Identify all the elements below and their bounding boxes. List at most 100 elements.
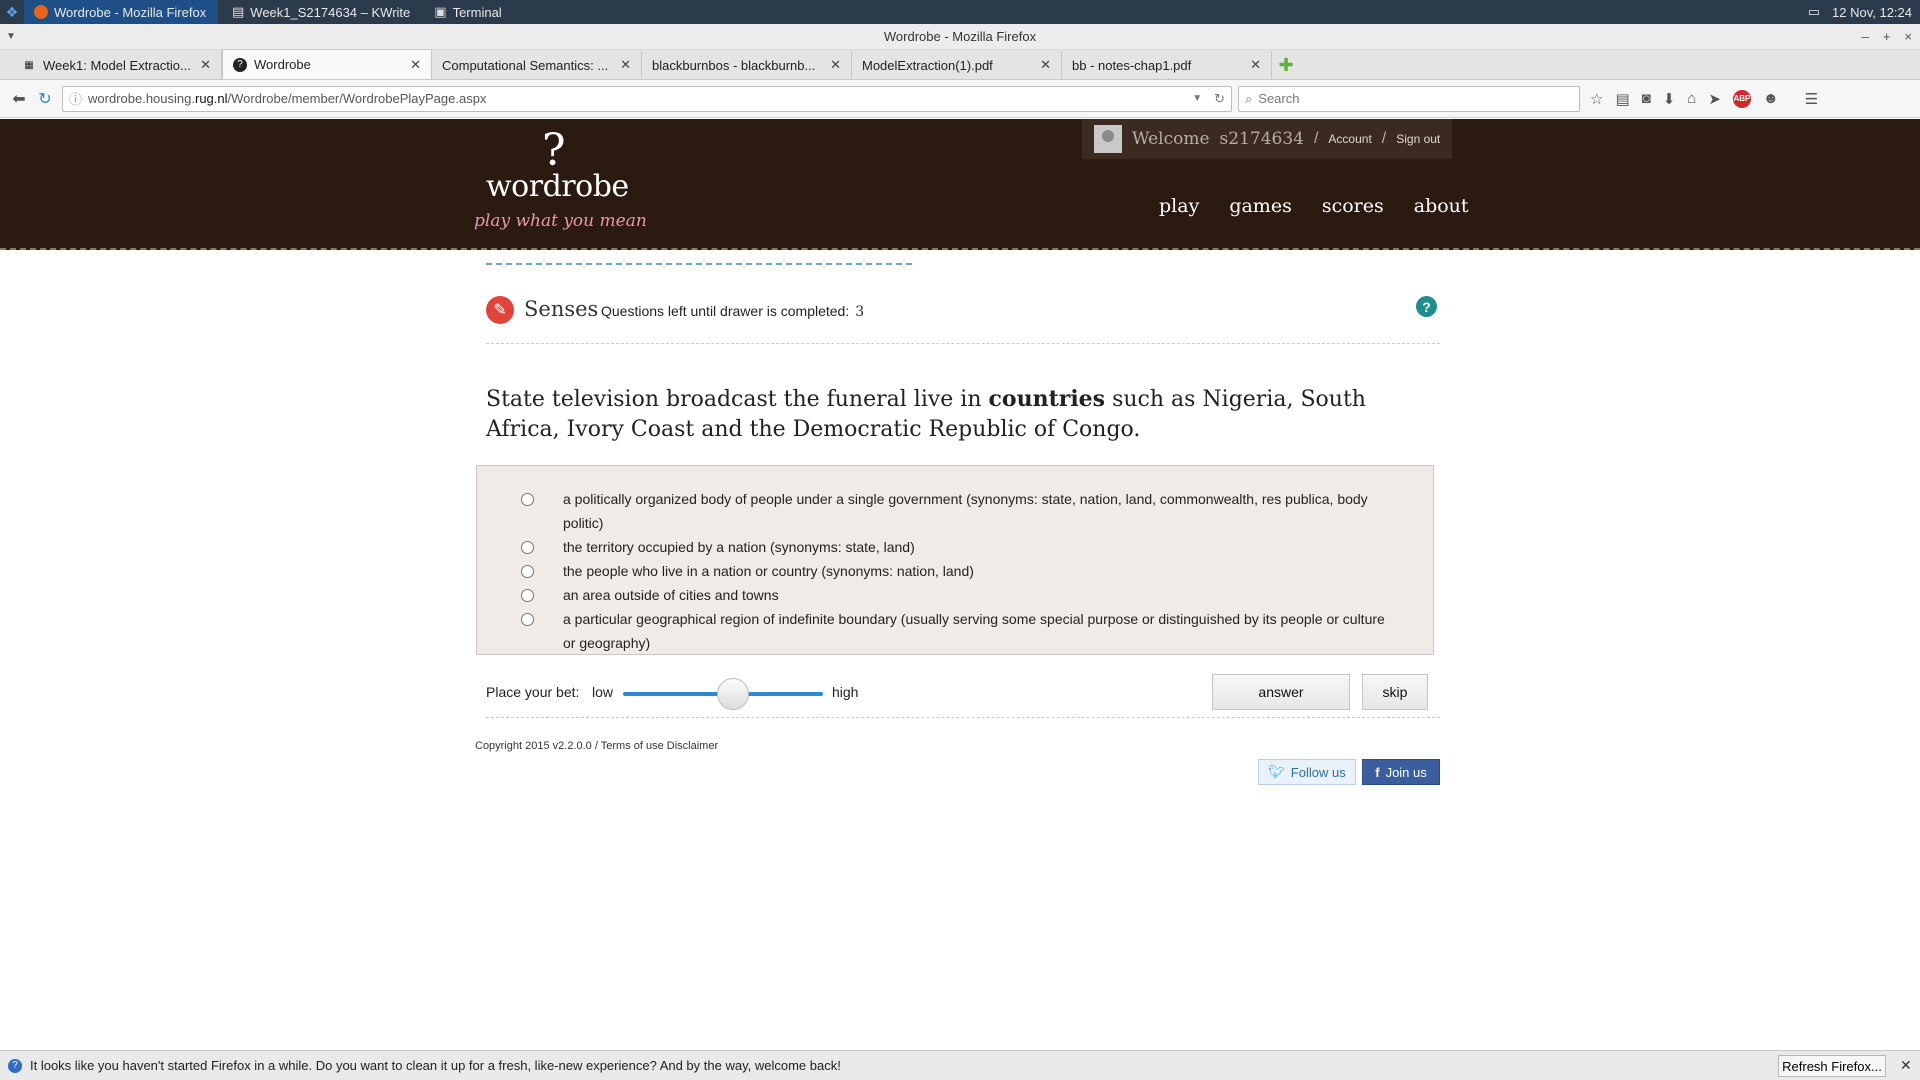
chat-icon[interactable]: ☻	[1763, 90, 1779, 108]
system-tray: ▭ 12 Nov, 12:24	[1808, 4, 1920, 20]
questions-left: Questions left until drawer is completed…	[601, 303, 865, 320]
bet-slider-handle[interactable]	[717, 678, 749, 710]
welcome-text: Welcome	[1132, 129, 1210, 149]
window-titlebar: ▼ Wordrobe - Mozilla Firefox – + ×	[0, 24, 1920, 50]
tab-computational-semantics[interactable]: Computational Semantics: ... ✕	[432, 51, 642, 79]
skip-button[interactable]: skip	[1362, 674, 1428, 710]
search-icon: ⌕	[1245, 90, 1253, 106]
bet-low-label: low	[592, 684, 614, 700]
close-tab-icon[interactable]: ✕	[830, 57, 841, 73]
sense-option[interactable]: an area outside of cities and towns	[521, 583, 1401, 607]
close-notification-icon[interactable]: ✕	[1900, 1057, 1912, 1074]
tab-week1[interactable]: ▦ Week1: Model Extractio... ✕	[12, 51, 222, 79]
notification-message: It looks like you haven't started Firefo…	[30, 1058, 841, 1073]
sense-option[interactable]: a politically organized body of people u…	[521, 487, 1401, 535]
bet-label: Place your bet:	[486, 684, 580, 700]
window-title: Wordrobe - Mozilla Firefox	[883, 29, 1037, 44]
nav-about[interactable]: about	[1414, 195, 1469, 217]
questions-left-count: 3	[855, 304, 865, 320]
game-section-title: Senses	[524, 297, 599, 321]
help-icon[interactable]: ?	[1416, 296, 1437, 317]
url-reload-icon[interactable]: ↻	[1214, 91, 1225, 107]
home-icon[interactable]: ⌂	[1687, 90, 1696, 108]
adblock-icon[interactable]: ABP	[1732, 89, 1751, 108]
senses-icon: ✎	[486, 296, 514, 324]
terminal-icon: ▣	[434, 4, 447, 19]
task-terminal[interactable]: ▣ Terminal	[424, 0, 511, 24]
close-tab-icon[interactable]: ✕	[1040, 57, 1051, 73]
site-info-icon[interactable]: ⓘ	[69, 89, 82, 108]
bookmark-star-icon[interactable]: ☆	[1590, 90, 1603, 108]
minimize-icon[interactable]: –	[1862, 24, 1869, 50]
close-window-icon[interactable]: ×	[1904, 24, 1912, 50]
nav-games[interactable]: games	[1229, 195, 1292, 217]
task-kwrite[interactable]: ▤ Week1_S2174634 – KWrite	[222, 0, 420, 24]
tagline: play what you mean	[474, 211, 647, 231]
tab-wordrobe[interactable]: ? Wordrobe ✕	[222, 49, 432, 79]
close-tab-icon[interactable]: ✕	[1250, 57, 1261, 73]
tab-modelextraction-pdf[interactable]: ModelExtraction(1).pdf ✕	[852, 51, 1062, 79]
option-radio[interactable]	[521, 541, 534, 554]
back-button[interactable]: ⬅	[6, 86, 32, 112]
answer-button[interactable]: answer	[1212, 674, 1350, 710]
plus-icon: ✚	[1278, 54, 1294, 75]
nav-scores[interactable]: scores	[1322, 195, 1384, 217]
menu-icon[interactable]: ☰	[1805, 90, 1818, 108]
avatar	[1094, 125, 1122, 153]
option-radio[interactable]	[521, 613, 534, 626]
maximize-icon[interactable]: +	[1883, 24, 1891, 50]
username: s2174634	[1219, 129, 1304, 149]
progress-divider	[486, 263, 912, 265]
bet-slider[interactable]	[623, 678, 823, 710]
download-icon[interactable]: ⬇	[1663, 90, 1676, 108]
reload-icon[interactable]: ↻	[32, 86, 58, 112]
send-icon[interactable]: ➤	[1708, 90, 1721, 108]
close-tab-icon[interactable]: ✕	[620, 57, 631, 73]
new-tab-button[interactable]: ✚	[1272, 51, 1300, 79]
url-dropdown-icon[interactable]: ▼	[1192, 93, 1202, 104]
kwrite-icon: ▤	[232, 4, 245, 19]
join-us-button[interactable]: f Join us	[1362, 759, 1440, 785]
option-radio[interactable]	[521, 589, 534, 602]
nav-play[interactable]: play	[1159, 195, 1199, 217]
refresh-firefox-button[interactable]: Refresh Firefox...	[1778, 1055, 1886, 1077]
network-icon[interactable]: ▭	[1808, 4, 1820, 20]
wordrobe-favicon: ?	[233, 57, 247, 72]
search-bar[interactable]: ⌕ Search	[1238, 85, 1580, 112]
facebook-icon: f	[1375, 764, 1380, 780]
signout-link[interactable]: Sign out	[1396, 132, 1440, 146]
reading-list-icon[interactable]: ▤	[1615, 90, 1629, 108]
firefox-icon	[34, 5, 48, 19]
question-sentence: State television broadcast the funeral l…	[486, 386, 1366, 442]
search-input[interactable]: Search	[1258, 91, 1299, 106]
copyright: Copyright 2015 v2.2.0.0 / Terms of use D…	[475, 740, 719, 752]
main-nav: play games scores about	[1159, 195, 1469, 217]
sense-options: a politically organized body of people u…	[476, 465, 1434, 655]
task-firefox[interactable]: Wordrobe - Mozilla Firefox	[24, 0, 218, 24]
window-menu-icon[interactable]: ▼	[6, 24, 16, 50]
sense-option[interactable]: the people who live in a nation or count…	[521, 559, 1401, 583]
tab-notes-chap1-pdf[interactable]: bb - notes-chap1.pdf ✕	[1062, 51, 1272, 79]
game-header: ✎ Senses Questions left until drawer is …	[486, 296, 1440, 344]
info-icon: ?	[8, 1058, 22, 1073]
clock[interactable]: 12 Nov, 12:24	[1832, 5, 1912, 20]
site-header: ? wordrobe play what you mean Welcome s2…	[0, 119, 1920, 250]
close-tab-icon[interactable]: ✕	[200, 57, 211, 73]
target-word: countries	[988, 386, 1106, 412]
bet-row: Place your bet: low high answer skip	[486, 674, 1440, 718]
account-link[interactable]: Account	[1328, 132, 1371, 146]
follow-us-button[interactable]: 🐦︎ Follow us	[1258, 759, 1356, 785]
bet-high-label: high	[832, 684, 859, 700]
close-tab-icon[interactable]: ✕	[410, 57, 421, 73]
pocket-icon[interactable]: ◙	[1642, 90, 1651, 108]
sense-option[interactable]: a particular geographical region of inde…	[521, 607, 1401, 655]
url-text[interactable]: wordrobe.housing.rug.nl/Wordrobe/member/…	[88, 91, 1192, 106]
sense-option[interactable]: the territory occupied by a nation (syno…	[521, 535, 1401, 559]
app-menu-icon[interactable]: ❖	[0, 0, 24, 24]
tab-blackburnbos[interactable]: blackburnbos - blackburnb... ✕	[642, 51, 852, 79]
tab-bar: ▦ Week1: Model Extractio... ✕ ? Wordrobe…	[0, 49, 1920, 80]
option-radio[interactable]	[521, 565, 534, 578]
url-bar[interactable]: ⓘ wordrobe.housing.rug.nl/Wordrobe/membe…	[62, 85, 1232, 112]
os-taskbar: ❖ Wordrobe - Mozilla Firefox ▤ Week1_S21…	[0, 0, 1920, 24]
option-radio[interactable]	[521, 493, 534, 506]
